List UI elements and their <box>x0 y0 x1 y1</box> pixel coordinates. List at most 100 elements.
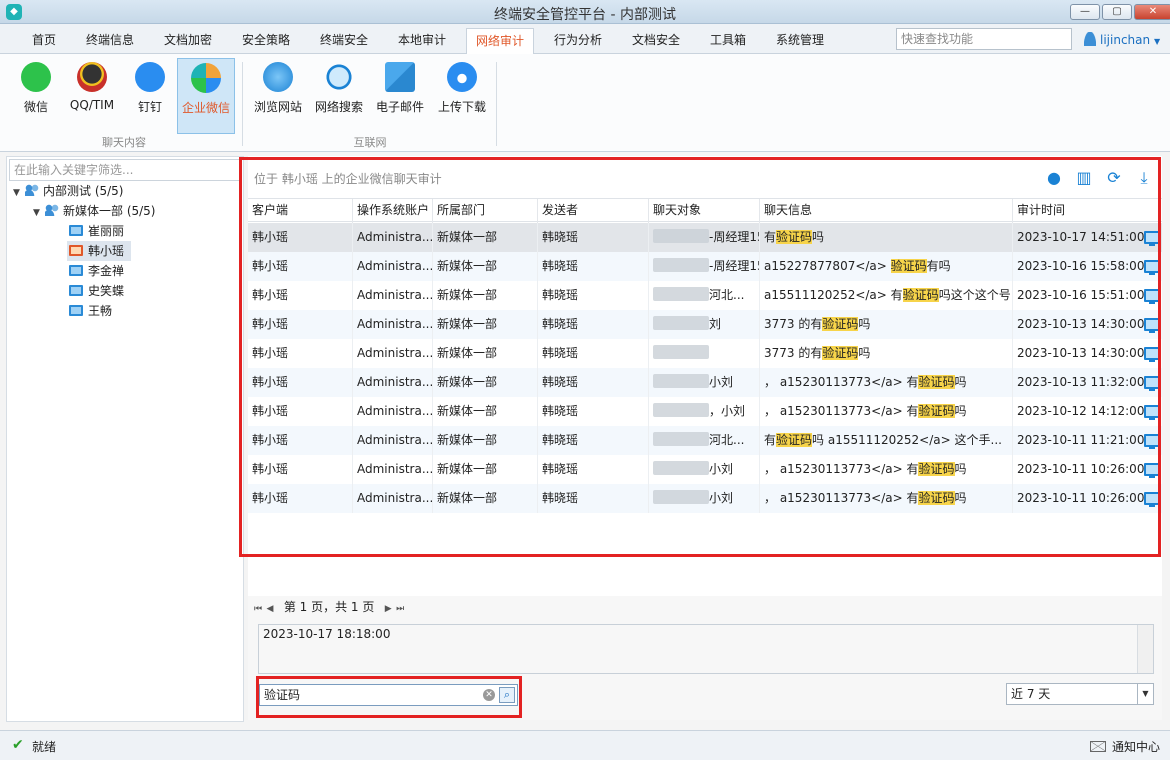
column-layout-icon[interactable]: ▥ <box>1074 168 1094 188</box>
tab-doc-encrypt[interactable]: 文档加密 <box>158 28 218 54</box>
upload-download-button[interactable]: 上传下载 <box>434 58 490 134</box>
col-peer[interactable]: 聊天对象 <box>648 199 759 223</box>
tab-behavior-analysis[interactable]: 行为分析 <box>548 28 608 54</box>
tree-user-label: 韩小瑶 <box>88 244 125 258</box>
close-button[interactable]: ✕ <box>1134 4 1170 20</box>
tab-network-audit[interactable]: 网络审计 <box>466 28 534 54</box>
tree-user-label: 王畅 <box>88 304 113 318</box>
computer-icon[interactable] <box>1144 463 1160 478</box>
cell-message: 有验证码吗 <box>759 223 1012 252</box>
chat-bubble-icon[interactable]: ● <box>1044 168 1064 188</box>
minimize-button[interactable]: — <box>1070 4 1100 20</box>
user-menu[interactable]: lijinchan ▼ <box>1084 30 1160 50</box>
col-sender[interactable]: 发送者 <box>537 199 648 223</box>
detail-scrollbar[interactable] <box>1137 625 1153 673</box>
cell-client: 韩小瑶 <box>252 346 289 360</box>
table-row[interactable]: 韩小瑶 Administra... 新媒体一部 韩晓瑶 小刘 ， a15230113773… <box>248 368 1162 397</box>
chevron-down-icon[interactable]: ▼ <box>13 183 25 203</box>
table-row[interactable]: 韩小瑶Administra...新媒体一部韩晓瑶-周经理15...有验证码吗20… <box>248 223 1162 252</box>
table-row[interactable]: 韩小瑶 Administra... 新媒体一部 韩晓瑶 小刘 ， a15230113773… <box>248 455 1162 484</box>
tree-user[interactable]: 李金禅 <box>69 261 124 281</box>
computer-icon[interactable] <box>1144 434 1160 449</box>
search-icon[interactable]: ⌕ <box>499 687 515 703</box>
message-detail[interactable]: 2023-10-17 18:18:00 <box>258 624 1154 674</box>
tree-root[interactable]: ▼ 内部测试 (5/5) <box>13 181 124 201</box>
cell-os-account: Administra... <box>352 368 432 397</box>
computer-icon[interactable] <box>1144 405 1160 420</box>
cell-sender: 韩晓瑶 <box>537 281 648 310</box>
col-message[interactable]: 聊天信息 <box>759 199 1012 223</box>
notification-center-button[interactable]: 通知中心 <box>1090 738 1160 755</box>
keyword-search-input[interactable]: 验证码 ✕ ⌕ <box>259 684 518 706</box>
title-bar: ◆ 终端安全管控平台 - 内部测试 — ▢ ✕ <box>0 0 1170 24</box>
computer-icon[interactable] <box>1144 492 1160 507</box>
tab-doc-security[interactable]: 文档安全 <box>626 28 686 54</box>
cell-audit-time: 2023-10-13 14:30:00 <box>1012 310 1162 339</box>
qq-button[interactable]: QQ/TIM <box>64 58 120 134</box>
web-search-button[interactable]: 网络搜索 <box>310 58 368 134</box>
download-icon[interactable]: ⤓ <box>1134 168 1154 188</box>
cell-sender: 韩晓瑶 <box>537 223 648 252</box>
table-row[interactable]: 韩小瑶 Administra... 新媒体一部 韩晓瑶 河北... 有验证码吗 a1551… <box>248 426 1162 455</box>
wechat-button[interactable]: 微信 <box>14 58 58 134</box>
wework-button[interactable]: 企业微信 <box>177 58 235 134</box>
tab-security-policy[interactable]: 安全策略 <box>236 28 296 54</box>
tree-user[interactable]: 崔丽丽 <box>69 221 131 241</box>
computer-icon <box>69 305 83 316</box>
col-audit-time[interactable]: 审计时间 <box>1012 199 1162 223</box>
refresh-icon[interactable]: ⟳ <box>1104 168 1124 188</box>
tab-system-admin[interactable]: 系统管理 <box>770 28 830 54</box>
tree-user[interactable]: 王畅 <box>69 301 112 321</box>
computer-icon[interactable] <box>1144 376 1160 391</box>
tree-user-selected[interactable]: 韩小瑶 <box>67 241 131 261</box>
computer-icon[interactable] <box>1144 260 1160 275</box>
tab-toolbox[interactable]: 工具箱 <box>704 28 752 54</box>
message-text: 吗 <box>812 230 825 244</box>
computer-icon[interactable] <box>1144 231 1160 246</box>
table-row[interactable]: 韩小瑶 Administra... 新媒体一部 韩晓瑶 小刘 ， a15230113773… <box>248 484 1162 513</box>
first-page-icon[interactable]: ⏮ <box>252 598 264 620</box>
cell-message: ， a15230113773</a> 有验证码吗 <box>759 368 1012 397</box>
maximize-button[interactable]: ▢ <box>1102 4 1132 20</box>
next-page-icon[interactable]: ▶ <box>382 598 394 620</box>
pager: ⏮ ◀ 第 1 页，共 1 页 ▶ ⏭ <box>248 596 1162 620</box>
quick-search-input[interactable]: 快速查找功能 <box>896 28 1072 50</box>
last-page-icon[interactable]: ⏭ <box>394 598 406 620</box>
dingtalk-button[interactable]: 钉钉 <box>128 58 172 134</box>
tree-user[interactable]: 史笑蝶 <box>69 281 124 301</box>
tab-home[interactable]: 首页 <box>20 28 68 54</box>
tab-local-audit[interactable]: 本地审计 <box>392 28 452 54</box>
redacted-mask <box>653 374 709 388</box>
chevron-down-icon[interactable]: ▼ <box>33 203 45 223</box>
cell-peer: -周经理15... <box>648 252 759 281</box>
cell-audit-time: 2023-10-17 14:51:00 <box>1012 223 1162 252</box>
table-row[interactable]: 韩小瑶 Administra... 新媒体一部 韩晓瑶 河北... a1551112025… <box>248 281 1162 310</box>
message-text: 有 <box>764 230 777 244</box>
tree-filter-input[interactable]: 在此输入关键字筛选... <box>9 159 241 181</box>
globe-icon <box>263 62 293 92</box>
computer-icon[interactable] <box>1144 318 1160 333</box>
cell-sender: 韩晓瑶 <box>537 339 648 368</box>
prev-page-icon[interactable]: ◀ <box>264 598 276 620</box>
browse-button[interactable]: 浏览网站 <box>250 58 306 134</box>
table-row[interactable]: 韩小瑶 Administra... 新媒体一部 韩晓瑶 ，小刘 ， a1523011377… <box>248 397 1162 426</box>
message-text: 吗 <box>954 491 967 505</box>
tree-root-label: 内部测试 (5/5) <box>43 184 124 198</box>
col-client[interactable]: 客户端 <box>248 199 352 223</box>
col-os-account[interactable]: 操作系统账户 <box>352 199 432 223</box>
table-row[interactable]: 韩小瑶 Administra... 新媒体一部 韩晓瑶刘 3773 的有验证码吗 2023… <box>248 310 1162 339</box>
cell-os-account: Administra... <box>352 310 432 339</box>
computer-icon[interactable] <box>1144 347 1160 362</box>
date-range-select[interactable]: 近 7 天 ▼ <box>1006 683 1154 705</box>
computer-icon[interactable] <box>1144 289 1160 304</box>
chevron-down-icon[interactable]: ▼ <box>1137 684 1153 704</box>
email-button[interactable]: 电子邮件 <box>372 58 428 134</box>
clear-icon[interactable]: ✕ <box>483 689 495 701</box>
table-row[interactable]: 韩小瑶 Administra... 新媒体一部 韩晓瑶 3773 的有验证码吗 2023-… <box>248 339 1162 368</box>
col-department[interactable]: 所属部门 <box>432 199 537 223</box>
tree-group[interactable]: ▼ 新媒体一部 (5/5) <box>33 201 156 221</box>
cell-os-account: Administra... <box>352 223 432 252</box>
tab-terminal-security[interactable]: 终端安全 <box>314 28 374 54</box>
tab-terminal-info[interactable]: 终端信息 <box>80 28 140 54</box>
table-row[interactable]: 韩小瑶Administra...新媒体一部韩晓瑶-周经理15...a152278… <box>248 252 1162 281</box>
